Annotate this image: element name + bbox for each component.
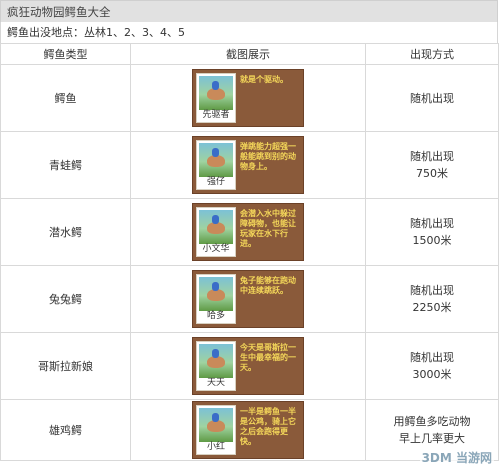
method-line1: 随机出现 <box>410 91 454 105</box>
method-line1: 随机出现 <box>410 351 454 364</box>
character-image <box>199 277 233 311</box>
character-note: 会潜入水中躲过障碍物，也能让玩家在水下行进。 <box>240 209 296 248</box>
appear-method: 随机出现 <box>365 64 499 132</box>
character-photo: 先驱者 <box>196 73 236 123</box>
character-caption: 小文华 <box>202 244 230 254</box>
page-title: 疯狂动物园鳄鱼大全 <box>0 0 498 22</box>
character-note: 就是个驱动。 <box>240 75 288 84</box>
crocodile-type: 青蛙鳄 <box>0 131 131 199</box>
character-card: 先驱者 就是个驱动。 <box>192 69 304 127</box>
screenshot-cell: 小红 一半是鳄鱼一半是公鸡，骑上它之后会跑得更快。 <box>130 399 366 461</box>
character-photo: 哈多 <box>196 274 236 324</box>
method-line1: 随机出现 <box>410 150 454 163</box>
character-image <box>199 143 233 177</box>
appear-method: 随机出现 1500米 <box>365 198 499 266</box>
character-note: 今天是哥斯拉一生中最幸福的一天。 <box>240 343 296 372</box>
crocodile-table: 鳄鱼类型 截图展示 出现方式 鳄鱼 先驱者 就是个驱动。 随机出现 青蛙鳄 强仔… <box>0 43 499 461</box>
character-card: 天天 今天是哥斯拉一生中最幸福的一天。 <box>192 337 304 395</box>
appear-method: 随机出现 2250米 <box>365 265 499 333</box>
method-line2: 750米 <box>416 167 448 180</box>
table-row: 潜水鳄 小文华 会潜入水中躲过障碍物，也能让玩家在水下行进。 随机出现 1500… <box>0 198 499 266</box>
character-image <box>199 344 233 378</box>
character-card: 小红 一半是鳄鱼一半是公鸡，骑上它之后会跑得更快。 <box>192 401 304 459</box>
character-card: 强仔 弹跳能力超强一般能跳到别的动物身上。 <box>192 136 304 194</box>
screenshot-cell: 天天 今天是哥斯拉一生中最幸福的一天。 <box>130 332 366 400</box>
screenshot-cell: 哈多 兔子能够在跑动中连续跳跃。 <box>130 265 366 333</box>
character-photo: 小红 <box>196 405 236 455</box>
method-line2: 2250米 <box>412 301 452 314</box>
character-caption: 强仔 <box>206 177 225 187</box>
method-line1: 随机出现 <box>410 284 454 297</box>
crocodile-type: 潜水鳄 <box>0 198 131 266</box>
method-line2: 早上几率更大 <box>399 432 465 445</box>
table-row: 青蛙鳄 强仔 弹跳能力超强一般能跳到别的动物身上。 随机出现 750米 <box>0 131 499 199</box>
crocodile-type: 鳄鱼 <box>0 64 131 132</box>
watermark-logo: 3DM 当游网 <box>419 449 494 466</box>
character-caption: 小红 <box>206 442 225 452</box>
character-photo: 强仔 <box>196 140 236 190</box>
table-row: 兔兔鳄 哈多 兔子能够在跑动中连续跳跃。 随机出现 2250米 <box>0 265 499 333</box>
character-caption: 哈多 <box>206 311 225 321</box>
header-type: 鳄鱼类型 <box>0 43 131 65</box>
method-line1: 用鳄鱼多吃动物 <box>393 415 471 428</box>
character-photo: 小文华 <box>196 207 236 257</box>
character-card: 哈多 兔子能够在跑动中连续跳跃。 <box>192 270 304 328</box>
screenshot-cell: 小文华 会潜入水中躲过障碍物，也能让玩家在水下行进。 <box>130 198 366 266</box>
character-note: 一半是鳄鱼一半是公鸡，骑上它之后会跑得更快。 <box>240 407 296 446</box>
crocodile-type: 兔兔鳄 <box>0 265 131 333</box>
appear-method: 随机出现 750米 <box>365 131 499 199</box>
table-row: 哥斯拉新娘 天天 今天是哥斯拉一生中最幸福的一天。 随机出现 3000米 <box>0 332 499 400</box>
crocodile-type: 哥斯拉新娘 <box>0 332 131 400</box>
character-note: 兔子能够在跑动中连续跳跃。 <box>240 276 296 295</box>
appear-method: 随机出现 3000米 <box>365 332 499 400</box>
character-caption: 先驱者 <box>202 110 230 120</box>
method-line1: 随机出现 <box>410 217 454 230</box>
table-row: 鳄鱼 先驱者 就是个驱动。 随机出现 <box>0 64 499 132</box>
character-image <box>199 408 233 442</box>
method-line2: 3000米 <box>412 368 452 381</box>
character-note: 弹跳能力超强一般能跳到别的动物身上。 <box>240 142 296 171</box>
location-info: 鳄鱼出没地点：丛林1、2、3、4、5 <box>0 22 498 43</box>
character-image <box>199 210 233 244</box>
character-caption: 天天 <box>206 378 225 388</box>
method-line2: 1500米 <box>412 234 452 247</box>
screenshot-cell: 强仔 弹跳能力超强一般能跳到别的动物身上。 <box>130 131 366 199</box>
screenshot-cell: 先驱者 就是个驱动。 <box>130 64 366 132</box>
character-image <box>199 76 233 110</box>
character-card: 小文华 会潜入水中躲过障碍物，也能让玩家在水下行进。 <box>192 203 304 261</box>
table-header-row: 鳄鱼类型 截图展示 出现方式 <box>0 43 499 65</box>
header-screenshot: 截图展示 <box>130 43 366 65</box>
header-method: 出现方式 <box>365 43 499 65</box>
character-photo: 天天 <box>196 341 236 391</box>
crocodile-type: 雄鸡鳄 <box>0 399 131 461</box>
